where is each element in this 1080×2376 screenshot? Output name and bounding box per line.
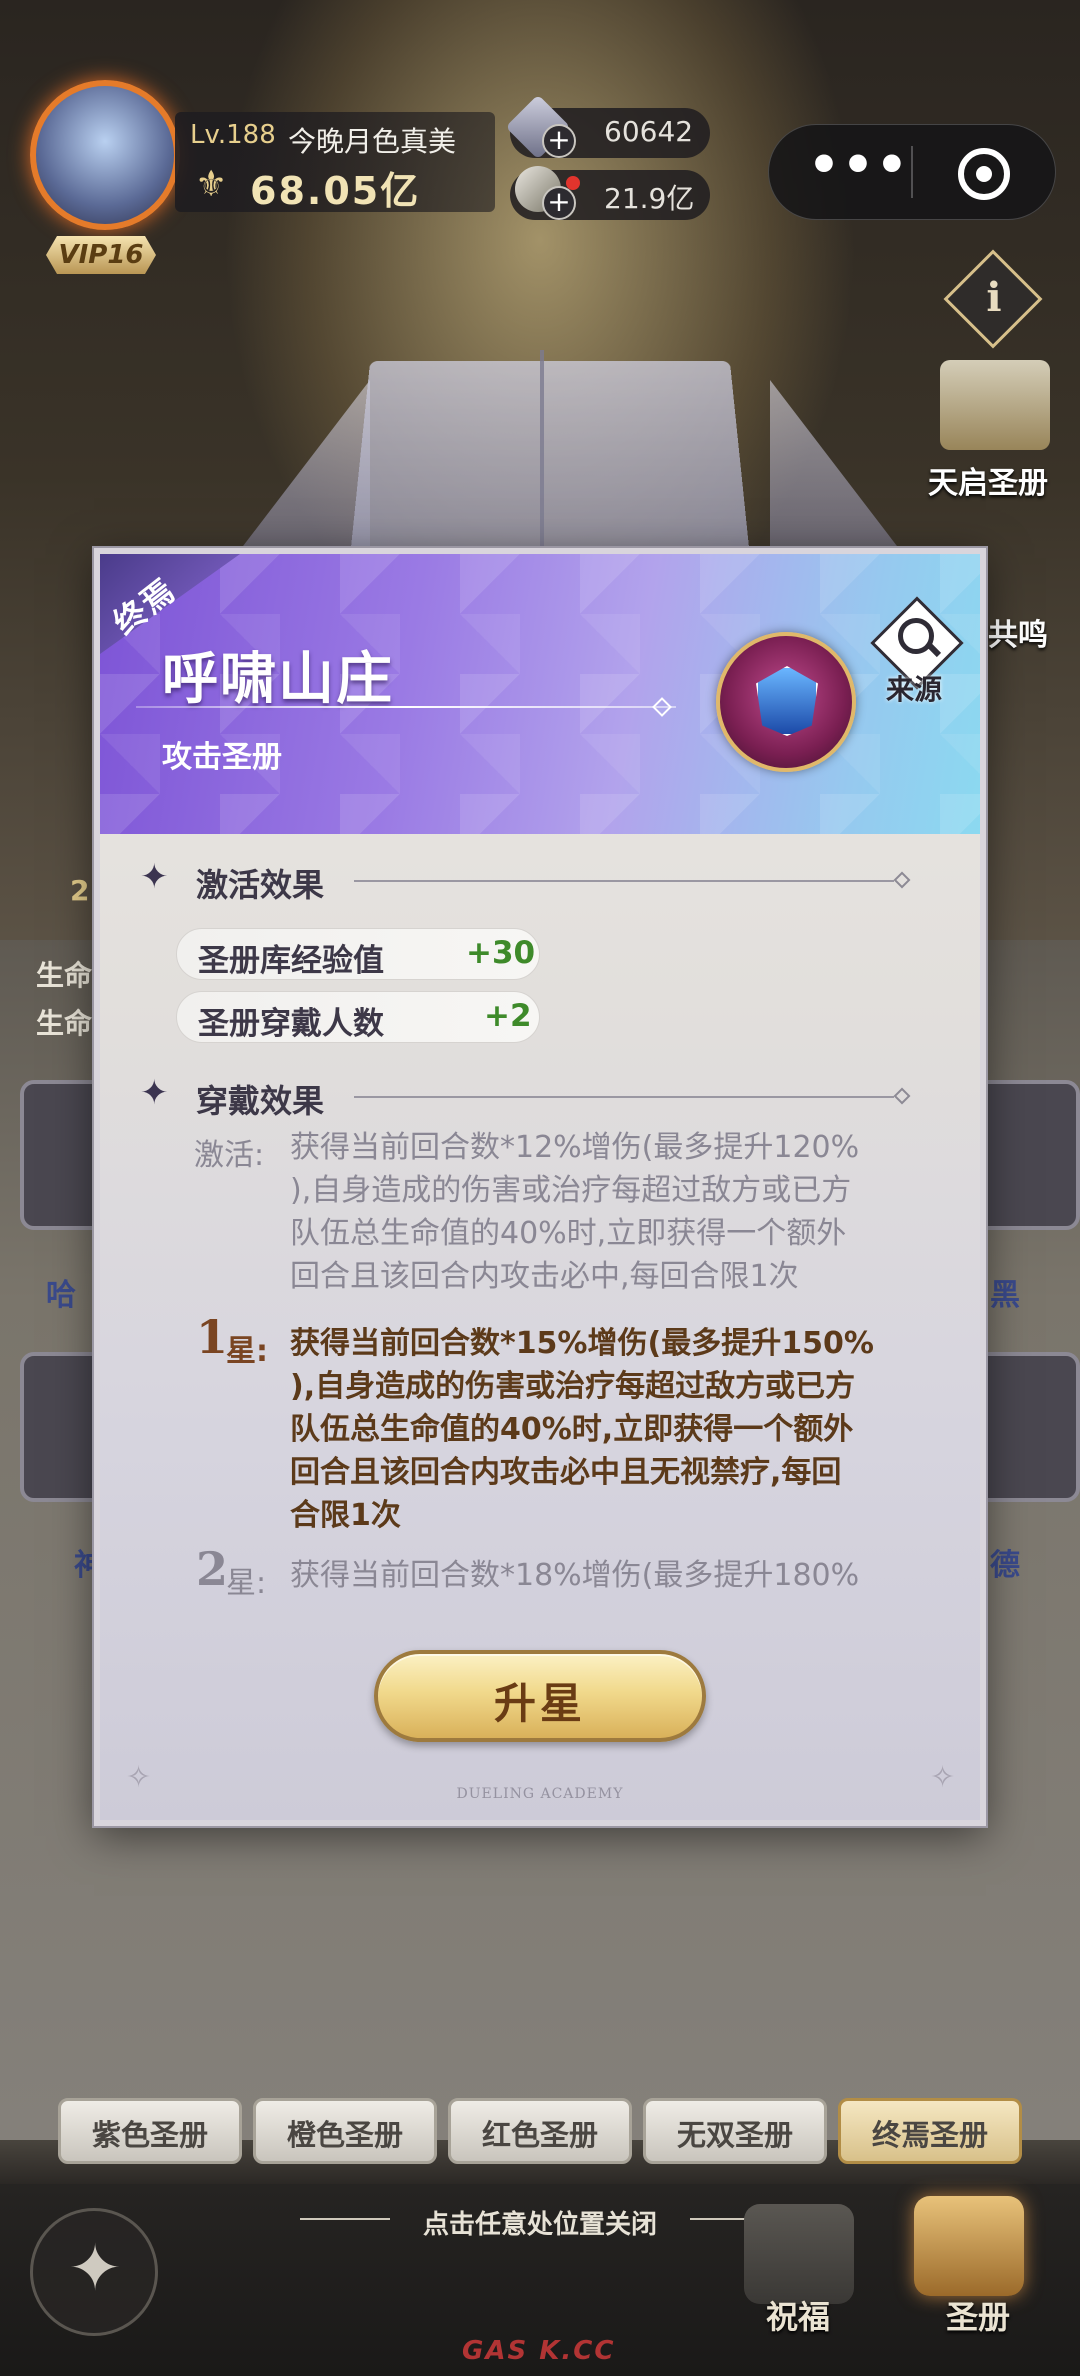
- holy-book-nav-label: 圣册: [946, 2298, 1011, 2336]
- tab-peerless-book-label: 无双圣册: [676, 2118, 793, 2152]
- more-options-icon[interactable]: •••: [808, 140, 908, 197]
- star2-number: 2: [196, 1542, 229, 1596]
- activate-effect-text: 获得当前回合数*12%增伤(最多提升120% ),自身造成的伤害或治疗每超过敌方…: [290, 1130, 860, 1294]
- apocalypse-book-icon[interactable]: [940, 360, 1050, 450]
- search-icon: [898, 618, 934, 654]
- stat-value-exp: +30: [466, 935, 536, 971]
- book-type: 攻击圣册: [162, 740, 282, 775]
- behind-card-name-right-2: 德: [990, 1548, 1020, 1583]
- star2-word: 星:: [226, 1566, 267, 1601]
- holy-book-nav-icon[interactable]: [914, 2196, 1024, 2296]
- apocalypse-book-label: 天启圣册: [928, 466, 1048, 501]
- behind-life-label-1: 生命: [36, 959, 93, 992]
- source-label: 来源: [886, 673, 943, 706]
- behind-card-name-right-1: 黑: [990, 1278, 1020, 1313]
- power-icon: ⚜: [195, 164, 228, 205]
- coin-value: 21.9亿: [604, 182, 695, 215]
- blessing-label: 祝福: [766, 2298, 831, 2336]
- star1-number: 1: [196, 1310, 229, 1364]
- tab-red-book-label: 红色圣册: [481, 2118, 598, 2152]
- wear-section-title: 穿戴效果: [196, 1082, 325, 1120]
- player-avatar[interactable]: [30, 80, 180, 230]
- player-power: 68.05亿: [250, 169, 421, 213]
- tab-orange-book-label: 橙色圣册: [286, 2118, 403, 2152]
- activation-section-title: 激活效果: [196, 866, 325, 904]
- compass-star-icon: ✦: [68, 2232, 122, 2306]
- title-divider: [136, 706, 676, 708]
- stat-label-exp: 圣册库经验值: [198, 943, 384, 979]
- player-name: 今晚月色真美: [288, 125, 457, 158]
- tab-purple-book-label: 紫色圣册: [91, 2118, 208, 2152]
- behind-card-name-left-1: 哈: [46, 1278, 76, 1313]
- activation-section-divider: [354, 880, 894, 882]
- blessing-icon[interactable]: [744, 2204, 854, 2304]
- star1-effect-text: 获得当前回合数*15%增伤(最多提升150% ),自身造成的伤害或治疗每超过敌方…: [290, 1326, 874, 1533]
- book-title: 呼啸山庄: [162, 646, 394, 712]
- holy-book-illustration: [348, 360, 752, 571]
- behind-life-label-2: 生命: [36, 1007, 93, 1040]
- tab-ultimate-book-label: 终焉圣册: [871, 2118, 988, 2152]
- add-diamond-button[interactable]: +: [542, 124, 576, 158]
- resonance-label: 共鸣: [988, 618, 1048, 653]
- upgrade-star-label: 升星: [493, 1679, 586, 1728]
- notification-dot: [566, 176, 580, 190]
- close-miniprogram-icon[interactable]: [958, 148, 1010, 200]
- add-coin-button[interactable]: +: [542, 186, 576, 220]
- capsule-divider: [911, 146, 913, 198]
- modal-header: 终焉 呼啸山庄 攻击圣册 来源: [100, 554, 980, 834]
- book-spine: [540, 350, 544, 570]
- stat-value-wearers: +2: [484, 998, 532, 1034]
- behind-number: 2: [70, 874, 90, 907]
- info-icon: i: [986, 274, 1002, 321]
- section-star-icon: ✦: [140, 857, 169, 897]
- watermark: GAS K.CC: [462, 2336, 616, 2366]
- wear-section-divider: [354, 1096, 894, 1098]
- diamond-value: 60642: [604, 115, 694, 148]
- star1-word: 星:: [226, 1334, 268, 1369]
- vip-badge: VIP16: [46, 236, 156, 274]
- section-star-icon: ✦: [140, 1073, 169, 1113]
- modal-footer-brand: DUELING ACADEMY: [456, 1786, 624, 1802]
- activate-effect-key: 激活:: [194, 1138, 265, 1173]
- star2-effect-text: 获得当前回合数*18%增伤(最多提升180%: [290, 1558, 860, 1593]
- player-level: Lv.188: [190, 120, 276, 150]
- stat-label-wearers: 圣册穿戴人数: [198, 1006, 384, 1042]
